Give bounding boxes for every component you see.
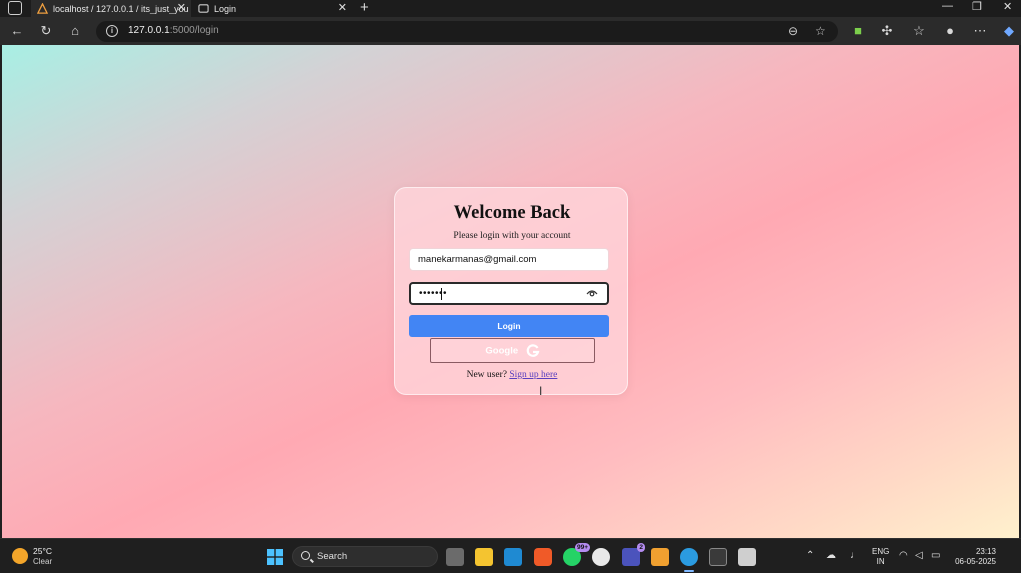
tab-title: Login — [214, 3, 237, 14]
volume-icon[interactable]: ◁ — [915, 550, 923, 561]
taskbar-search[interactable]: Search — [292, 546, 438, 567]
app-icon[interactable] — [651, 548, 669, 566]
url-text[interactable]: 127.0.0.1:5000/login — [128, 25, 219, 36]
favorites-icon[interactable]: ☆ — [911, 23, 927, 39]
login-card: Welcome Back Please login with your acco… — [394, 187, 629, 398]
show-hidden-icons-icon[interactable]: ⌃ — [806, 550, 814, 561]
address-bar[interactable]: i 127.0.0.1:5000/login ⊖ ☆ — [96, 21, 838, 42]
clock-time: 23:13 — [975, 547, 996, 556]
show-password-eye-icon[interactable] — [586, 289, 598, 298]
task-view-icon[interactable] — [446, 548, 464, 566]
google-button-label: Google — [485, 345, 519, 357]
tab-title: localhost / 127.0.0.1 / its_just_you — [53, 3, 189, 14]
google-login-button[interactable]: Google — [430, 338, 595, 363]
copilot-icon[interactable]: ◆ — [1001, 23, 1017, 39]
teams-icon[interactable]: 2 — [622, 543, 645, 566]
page-title: Welcome Back — [453, 203, 571, 223]
weather-condition: Clear — [33, 557, 53, 566]
onedrive-cloud-icon[interactable]: ☁ — [826, 550, 836, 561]
text-caret — [441, 288, 442, 300]
tab-phpmyadmin[interactable]: localhost / 127.0.0.1 / its_just_you ✕ — [31, 0, 191, 17]
close-tab-icon[interactable]: ✕ — [338, 1, 347, 14]
windows-taskbar: 25°C Clear Search 99+ 2 ⌃ ☁ ♩ ENG IN ◠ ◁… — [0, 538, 1021, 573]
whatsapp-badge: 99+ — [574, 543, 590, 552]
weather-temperature: 25°C — [33, 546, 52, 556]
favorite-star-icon[interactable]: ☆ — [815, 24, 826, 38]
password-field-wrapper: I — [409, 282, 609, 398]
new-tab-button[interactable]: + — [360, 0, 369, 16]
language-indicator[interactable]: ENG IN — [872, 547, 889, 567]
windows-start-icon[interactable] — [267, 549, 283, 565]
teams-badge: 2 — [637, 543, 645, 552]
email-field[interactable] — [410, 249, 608, 270]
url-host: 127.0.0.1 — [128, 25, 170, 36]
terminal-icon[interactable] — [709, 548, 727, 566]
settings-more-icon[interactable]: ⋯ — [972, 23, 988, 39]
extensions-puzzle-icon[interactable]: ✣ — [879, 23, 895, 39]
language-code: ENG — [872, 547, 890, 556]
google-g-icon — [526, 344, 540, 357]
profile-icon[interactable]: ● — [942, 23, 958, 39]
email-field-wrapper — [409, 248, 609, 271]
url-path: :5000/login — [169, 25, 219, 36]
home-icon[interactable]: ⌂ — [67, 23, 83, 39]
wifi-icon[interactable]: ◠ — [899, 550, 908, 561]
whatsapp-icon[interactable]: 99+ — [563, 543, 590, 566]
page-icon — [198, 4, 209, 13]
tab-login[interactable]: Login ✕ — [192, 0, 352, 17]
login-button[interactable]: Login — [409, 315, 609, 337]
close-window-icon[interactable]: ✕ — [1003, 0, 1012, 13]
system-clock[interactable]: 23:13 06-05-2025 — [950, 547, 996, 567]
search-label: Search — [317, 551, 348, 562]
file-explorer-icon[interactable] — [475, 548, 493, 566]
reader-mode-icon[interactable]: ⊖ — [788, 24, 798, 38]
microphone-icon[interactable]: ♩ — [850, 550, 860, 561]
brave-icon[interactable] — [534, 548, 552, 566]
mouse-text-cursor-icon: I — [539, 384, 543, 398]
active-app-indicator — [684, 570, 694, 572]
search-icon — [301, 551, 310, 560]
battery-icon[interactable]: ▭ — [931, 550, 940, 561]
signup-prompt: New user? — [466, 370, 507, 380]
phpmyadmin-icon — [37, 3, 48, 14]
page-subtitle: Please login with your account — [453, 231, 571, 241]
restore-icon[interactable]: ❐ — [972, 0, 982, 13]
minimize-icon[interactable]: — — [942, 0, 953, 12]
vscode-icon[interactable] — [504, 548, 522, 566]
refresh-icon[interactable]: ↻ — [38, 23, 54, 39]
chatgpt-icon[interactable] — [592, 548, 610, 566]
notepad-icon[interactable] — [738, 548, 756, 566]
extension-icon[interactable]: ■ — [850, 23, 866, 39]
browser-toolbar: ← ↻ ⌂ i 127.0.0.1:5000/login ⊖ ☆ ■ ✣ ☆ ●… — [0, 17, 1021, 45]
close-tab-icon[interactable]: ✕ — [177, 1, 186, 14]
signup-row: New user? Sign up here — [395, 370, 629, 380]
tab-strip: localhost / 127.0.0.1 / its_just_you ✕ L… — [0, 0, 1021, 17]
clock-date: 06-05-2025 — [955, 557, 996, 566]
weather-sun-icon — [12, 548, 28, 564]
signup-link[interactable]: Sign up here — [509, 370, 557, 380]
language-region: IN — [876, 557, 885, 566]
tab-actions-icon[interactable] — [8, 1, 22, 15]
weather-widget[interactable]: 25°C Clear — [12, 545, 62, 569]
page-viewport: Welcome Back Please login with your acco… — [2, 45, 1019, 538]
edge-icon[interactable] — [680, 548, 698, 566]
back-icon[interactable]: ← — [9, 23, 25, 39]
site-info-icon[interactable]: i — [106, 25, 118, 37]
